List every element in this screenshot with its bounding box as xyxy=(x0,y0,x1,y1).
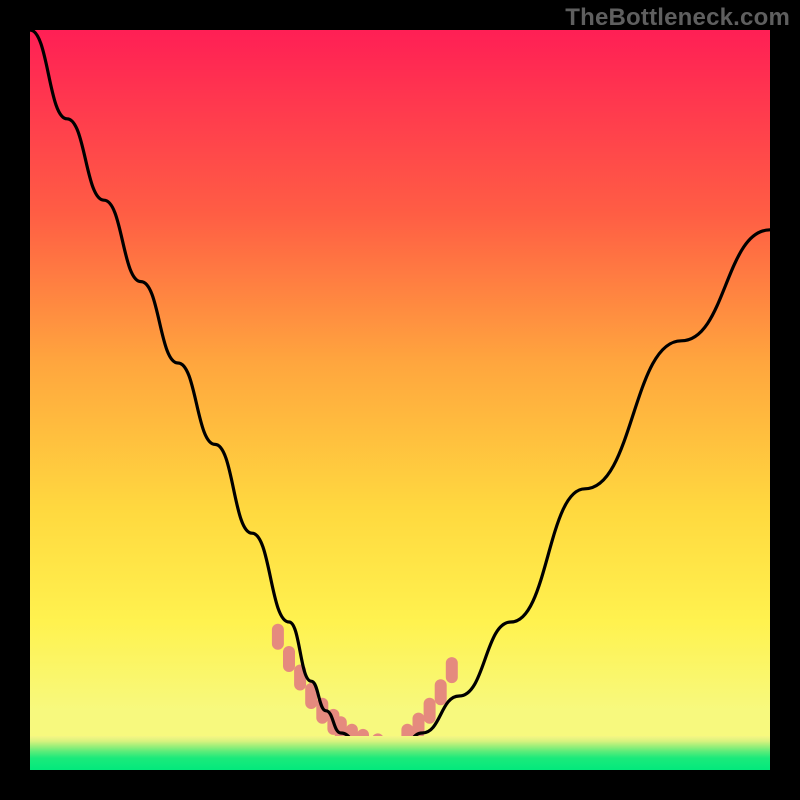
threshold-marker xyxy=(272,624,284,650)
green-gradient-band xyxy=(30,736,770,770)
watermark-text: TheBottleneck.com xyxy=(565,4,790,32)
threshold-marker xyxy=(446,657,458,683)
chart-frame: TheBottleneck.com xyxy=(0,0,800,800)
threshold-marker xyxy=(424,698,436,724)
threshold-marker xyxy=(283,646,295,672)
plot-svg xyxy=(30,30,770,770)
plot-area xyxy=(30,30,770,770)
threshold-marker xyxy=(435,679,447,705)
gradient-background xyxy=(30,30,770,770)
